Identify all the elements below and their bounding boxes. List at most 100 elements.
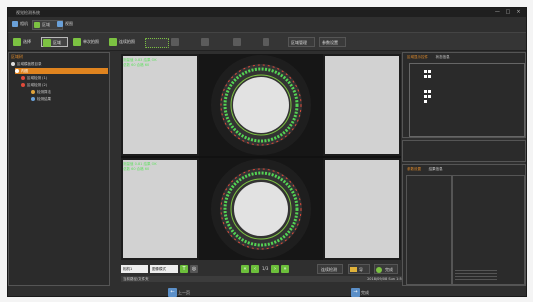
tab-region-display[interactable]: 区域显示控件 — [404, 54, 431, 60]
first-page-button[interactable]: « — [241, 265, 249, 273]
camera-icon — [12, 21, 18, 27]
trash-icon — [171, 38, 179, 46]
grid-button[interactable] — [144, 37, 169, 48]
tree-row[interactable]: 检测算法 — [31, 89, 51, 95]
minimize-icon[interactable]: — — [494, 9, 501, 15]
tree-title: 区域树 — [11, 54, 23, 59]
inspection-image-top[interactable] — [199, 54, 323, 156]
page-button[interactable] — [262, 37, 272, 47]
finish-label: 完成 — [385, 267, 393, 272]
view-icon — [57, 21, 63, 27]
parameter-panel: 参数设置 结果信息 — [402, 164, 526, 286]
tree-row-label: 区域模板根目录 — [17, 62, 42, 66]
tree-row-label: 检测算法 — [37, 90, 51, 94]
region-icon — [34, 22, 40, 28]
next-label: 完成 — [361, 290, 369, 295]
cursor-icon — [13, 38, 21, 46]
pen-button[interactable] — [232, 37, 244, 47]
single-shot-button[interactable]: 单次拍照 — [72, 37, 105, 47]
paperclip-icon — [201, 38, 209, 46]
ring-image-top — [211, 55, 311, 155]
node-icon — [21, 76, 25, 80]
pen-icon — [233, 38, 241, 46]
close-icon[interactable]: × — [515, 9, 522, 15]
image-viewer: 测量值 0.83 结果 OK 总数 60 合格 60 测量值 0.81 结果 O… — [121, 54, 401, 260]
continue-detect-button[interactable]: 连续检测 — [317, 264, 343, 274]
region-tree-panel: 区域树 区域模板根目录 内圈 区域检测 (1) 区域检测 (2) 检测算法 检测… — [8, 52, 110, 286]
page-indicator: 1/3 — [262, 266, 269, 271]
tree-row[interactable]: 区域模板根目录 — [11, 61, 108, 67]
next-page-button[interactable]: › — [271, 265, 279, 273]
inspection-image-bottom[interactable] — [199, 158, 323, 260]
menu-view-label: 视图 — [65, 21, 73, 26]
node-icon — [21, 83, 25, 87]
prev-button[interactable]: ← 上一页 — [168, 288, 190, 297]
status-time: 2018/09/08 Sun 1:56 — [367, 277, 404, 281]
node-icon — [31, 97, 35, 101]
ring-image-bottom — [211, 159, 311, 259]
refresh-button[interactable]: ◎ — [190, 265, 198, 273]
window-controls: — □ × — [492, 9, 522, 15]
tab-status-info[interactable]: 状态信息 — [433, 54, 453, 60]
text-tool-button[interactable]: T — [180, 265, 188, 273]
tree-row[interactable]: 检测结果 — [31, 96, 51, 102]
next-button[interactable]: → 完成 — [351, 288, 369, 297]
tree-row-label: 区域检测 (1) — [27, 76, 48, 80]
attach-button[interactable] — [200, 37, 212, 47]
delete-button[interactable] — [170, 37, 182, 47]
import-button[interactable]: 导入 — [348, 264, 370, 282]
right-tabs: 区域显示控件 状态信息 — [404, 54, 453, 60]
tree-row-label: 内圈 — [21, 69, 28, 73]
tree-row[interactable]: 区域检测 (1) — [21, 75, 47, 81]
node-icon — [31, 90, 35, 94]
param-list — [406, 175, 452, 285]
bottom-measurement: 测量值 0.81 结果 OK 总数 60 合格 60 — [123, 162, 157, 172]
document-icon — [263, 38, 269, 46]
menu-camera[interactable]: 相机 — [11, 20, 28, 28]
menu-view[interactable]: 视图 — [56, 20, 73, 28]
params-button[interactable]: 参数设置 — [319, 37, 346, 47]
status-bar: 当前路径/文件夹 2018/09/08 Sun 1:56 — [121, 276, 406, 282]
region-tool-icon — [43, 39, 51, 47]
check-icon — [376, 267, 382, 273]
param-grid — [452, 175, 525, 285]
maximize-icon[interactable]: □ — [504, 9, 511, 15]
folder-icon — [11, 62, 15, 66]
top-measurement: 测量值 0.83 结果 OK 总数 60 合格 60 — [123, 58, 157, 68]
tab-params[interactable]: 参数设置 — [404, 166, 424, 172]
region-mgmt-button[interactable]: 区域管理 — [288, 37, 315, 47]
region-label: 区域 — [53, 40, 61, 45]
menu-camera-label: 相机 — [20, 21, 28, 26]
single-shot-icon — [73, 38, 81, 46]
window-title: 视觉检测系统 — [16, 10, 40, 15]
param-table — [455, 270, 497, 280]
menu-bar: 相机 区域 视图 — [8, 19, 526, 30]
tree-row-selected[interactable]: 内圈 — [15, 68, 108, 74]
select-label: 选择 — [23, 39, 31, 44]
continuous-shot-label: 连续拍照 — [119, 39, 135, 44]
lower-tabs: 参数设置 结果信息 — [404, 166, 446, 172]
tab-results[interactable]: 结果信息 — [426, 166, 446, 172]
title-bar: 视觉检测系统 — □ × — [8, 8, 526, 17]
region-markers — [424, 70, 431, 103]
prev-page-button[interactable]: ‹ — [251, 265, 259, 273]
mode-select[interactable]: 图像模式 — [150, 265, 178, 273]
grid-icon — [145, 38, 169, 48]
select-button[interactable]: 选择 — [12, 37, 39, 47]
finish-button[interactable]: 完成 — [374, 264, 398, 274]
app-window: 视觉检测系统 — □ × 相机 区域 视图 选择 区域 单次拍照 连续拍照 区域… — [7, 7, 527, 297]
measurement-line: 总数 60 合格 60 — [123, 63, 150, 67]
region-preview — [409, 63, 525, 137]
toolbar: 选择 区域 单次拍照 连续拍照 区域管理 参数设置 — [8, 32, 526, 51]
tree-row-label: 检测结果 — [37, 97, 51, 101]
side-panel-right — [325, 160, 399, 258]
navigation-bar: 相机1 图像模式 T ◎ « ‹ 1/3 › » 连续检测 导入 完成 — [121, 263, 401, 282]
camera-select[interactable]: 相机1 — [121, 265, 148, 273]
continuous-shot-button[interactable]: 连续拍照 — [108, 37, 141, 47]
folder-icon — [350, 267, 357, 272]
last-page-button[interactable]: » — [281, 265, 289, 273]
tree-row[interactable]: 区域检测 (2) — [21, 82, 47, 88]
region-button[interactable]: 区域 — [41, 37, 68, 47]
side-panel-left — [123, 56, 197, 154]
tree-row-label: 区域检测 (2) — [27, 83, 48, 87]
